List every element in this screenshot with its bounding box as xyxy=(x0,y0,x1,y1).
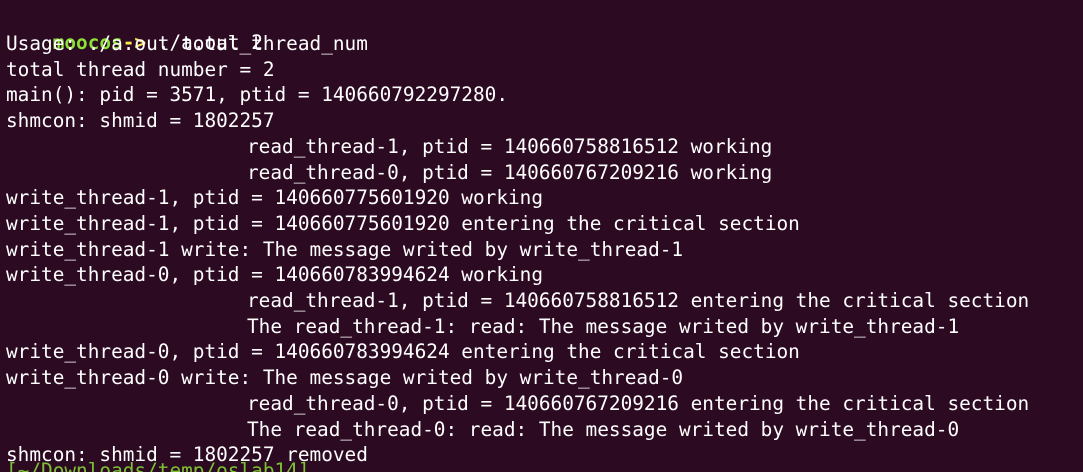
terminal-output-line: read_thread-0, ptid = 140660767209216 en… xyxy=(247,391,1030,415)
terminal-output-line: write_thread-0, ptid = 140660783994624 w… xyxy=(6,263,544,287)
terminal-window[interactable]: moocos-> ./a.out 2 Usage: ./a.out total_… xyxy=(0,0,1083,472)
prompt-line: moocos-> ./a.out 2 xyxy=(6,5,263,54)
terminal-output-line: write_thread-1, ptid = 140660775601920 w… xyxy=(6,186,544,210)
terminal-output-line: read_thread-0, ptid = 140660767209216 wo… xyxy=(247,160,773,184)
terminal-output-line: write_thread-1, ptid = 140660775601920 e… xyxy=(6,211,800,235)
terminal-output-line: read_thread-1, ptid = 140660758816512 wo… xyxy=(247,134,773,158)
next-prompt-fragment: [~/Downloads/temp/oslab14] xyxy=(6,459,310,472)
terminal-output-line: main(): pid = 3571, ptid = 1406607922972… xyxy=(6,83,508,107)
terminal-output-line: total thread number = 2 xyxy=(6,57,275,81)
terminal-output-line: shmcon: shmid = 1802257 xyxy=(6,109,275,133)
terminal-output-line: Usage: ./a.out total_thread_num xyxy=(6,32,368,55)
terminal-output-line: The read_thread-0: read: The message wri… xyxy=(247,417,960,441)
terminal-output-line: write_thread-1 write: The message writed… xyxy=(6,237,684,261)
terminal-output-line: write_thread-0 write: The message writed… xyxy=(6,366,684,390)
terminal-output-line: read_thread-1, ptid = 140660758816512 en… xyxy=(247,289,1030,312)
terminal-output-line: write_thread-0, ptid = 140660783994624 e… xyxy=(6,340,800,364)
terminal-output-line: The read_thread-1: read: The message wri… xyxy=(247,314,960,338)
